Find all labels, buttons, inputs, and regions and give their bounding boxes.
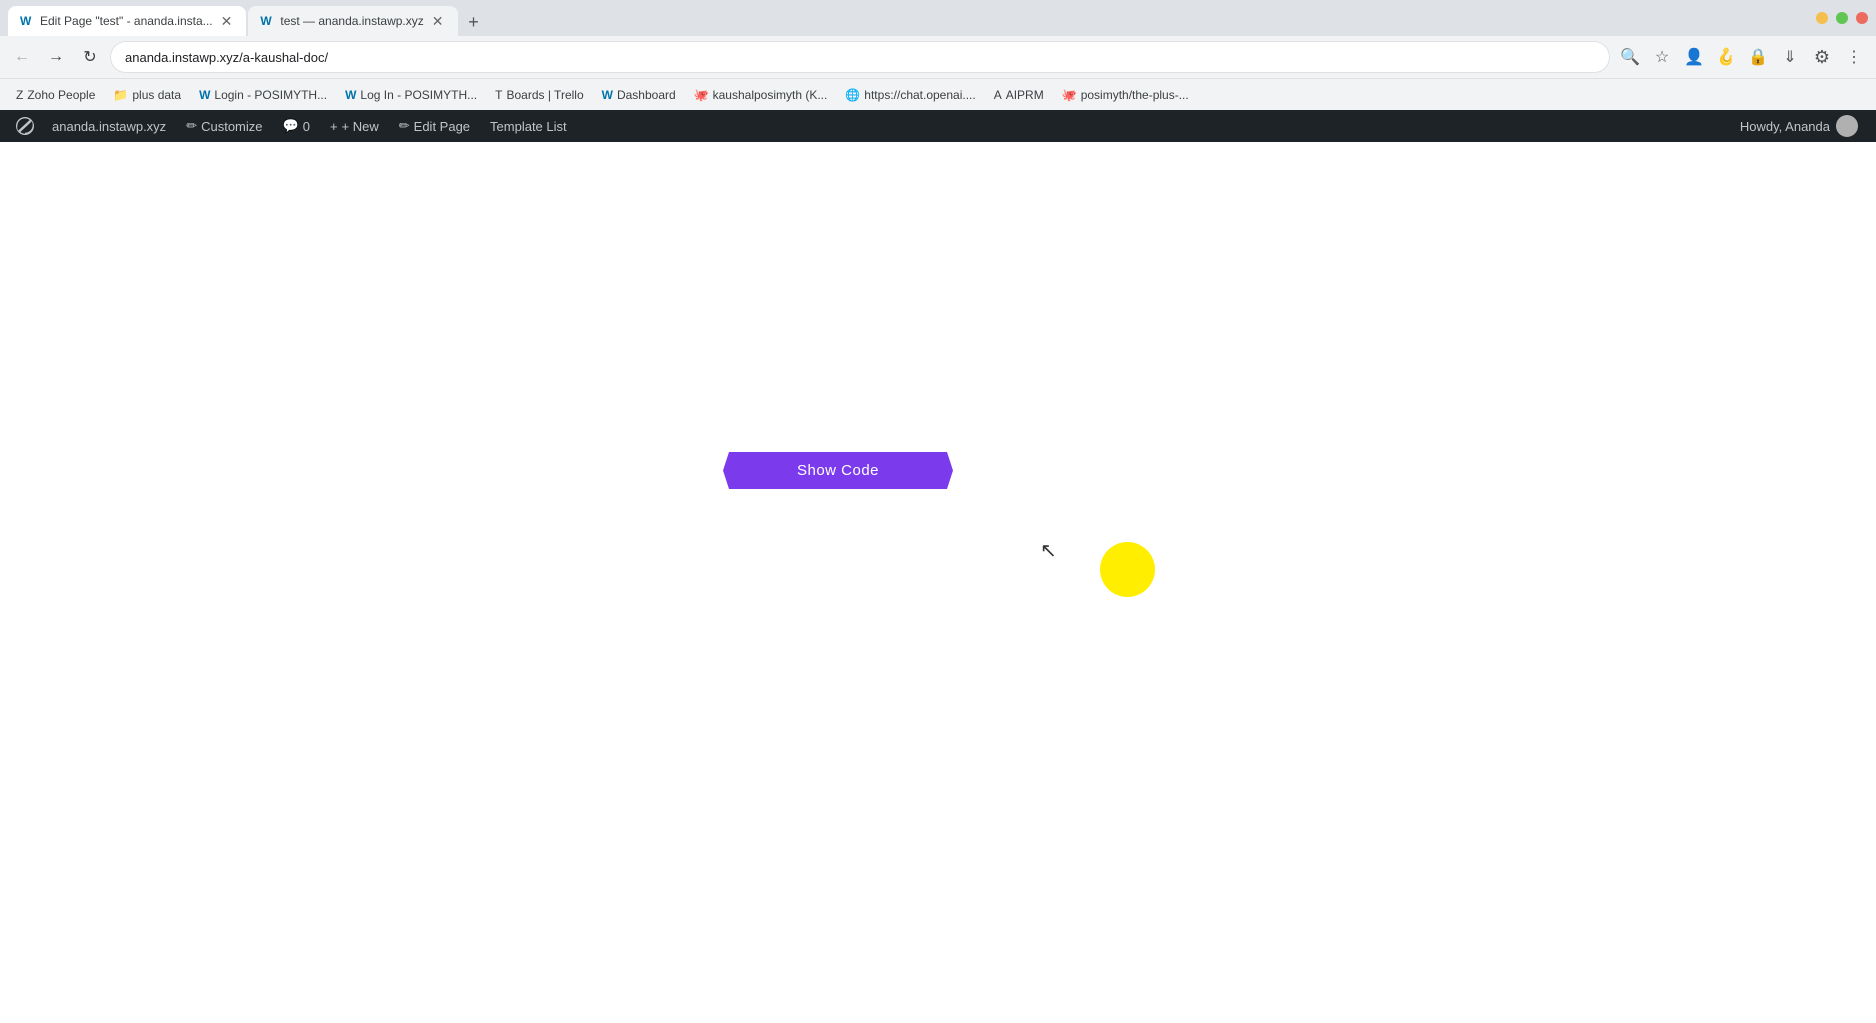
bookmark-trello[interactable]: T Boards | Trello [487, 85, 592, 105]
tab-strip: W Edit Page "test" - ananda.insta... ✕ W… [8, 0, 1812, 36]
bookmark-login-posimyth-favicon: W [199, 88, 210, 102]
wp-avatar [1836, 115, 1858, 137]
wp-comments-count: 0 [303, 119, 310, 134]
wp-comments-icon: 💬 [283, 118, 299, 134]
bookmark-posimyth-plus[interactable]: 🐙 posimyth/the-plus-... [1054, 85, 1197, 105]
bookmark-kaushal-favicon: 🐙 [694, 88, 709, 102]
wp-customize[interactable]: ✏ Customize [176, 110, 272, 142]
tab-1-close[interactable]: ✕ [219, 11, 235, 32]
wp-howdy[interactable]: Howdy, Ananda [1730, 115, 1868, 137]
wp-template-list-label: Template List [490, 119, 567, 134]
wp-template-list[interactable]: Template List [480, 110, 577, 142]
wp-admin-right: Howdy, Ananda [1730, 115, 1868, 137]
wp-howdy-text: Howdy, Ananda [1740, 119, 1830, 134]
page-content: Show Code ↖ [0, 142, 1876, 1023]
wp-new[interactable]: + + New [320, 110, 389, 142]
new-tab-button[interactable]: + [460, 8, 488, 36]
bookmark-trello-favicon: T [495, 88, 502, 102]
bookmark-chatgpt-label: https://chat.openai.... [864, 88, 975, 102]
bookmark-star-btn[interactable]: ☆ [1648, 43, 1676, 71]
tab-1-title: Edit Page "test" - ananda.insta... [40, 14, 213, 28]
bookmark-chatgpt-favicon: 🌐 [845, 88, 860, 102]
wp-logo-item[interactable] [8, 110, 42, 142]
wp-edit-page-icon: ✏ [399, 118, 410, 134]
bookmark-trello-label: Boards | Trello [506, 88, 583, 102]
tab-1[interactable]: W Edit Page "test" - ananda.insta... ✕ [8, 6, 246, 36]
bookmark-plus-data[interactable]: 📁 plus data [105, 85, 189, 105]
wp-admin-bar: ananda.instawp.xyz ✏ Customize 💬 0 + + N… [0, 110, 1876, 142]
toolbar-icons: 🔍 ☆ 👤 🪝 🔒 ⇓ ⚙ ⋮ [1616, 43, 1868, 71]
bookmark-chatgpt[interactable]: 🌐 https://chat.openai.... [837, 85, 983, 105]
wp-comments[interactable]: 💬 0 [273, 110, 320, 142]
tab-2-close[interactable]: ✕ [430, 11, 446, 32]
show-code-button[interactable]: Show Code [723, 452, 953, 489]
bookmark-kaushal[interactable]: 🐙 kaushalposimyth (K... [686, 85, 836, 105]
address-text: ananda.instawp.xyz/a-kaushal-doc/ [125, 50, 328, 65]
bookmark-login-posimyth[interactable]: W Login - POSIMYTH... [191, 85, 335, 105]
tab-2[interactable]: W test — ananda.instawp.xyz ✕ [248, 6, 457, 36]
bookmark-posimyth-plus-favicon: 🐙 [1062, 88, 1077, 102]
wp-edit-page[interactable]: ✏ Edit Page [389, 110, 480, 142]
wp-new-label: + New [342, 119, 379, 134]
bookmark-zoho-label: Zoho People [27, 88, 95, 102]
bookmark-aiprm-label: AIPRM [1006, 88, 1044, 102]
bookmark-login2-posimyth[interactable]: W Log In - POSIMYTH... [337, 85, 485, 105]
bookmark-aiprm[interactable]: A AIPRM [986, 85, 1052, 105]
bookmark-dashboard-label: Dashboard [617, 88, 676, 102]
window-controls: — □ ✕ [1816, 12, 1868, 24]
menu-btn[interactable]: ⋮ [1840, 43, 1868, 71]
bookmark-login2-posimyth-favicon: W [345, 88, 356, 102]
extensions-btn[interactable]: 🪝 [1712, 43, 1740, 71]
wp-new-icon: + [330, 119, 338, 134]
yellow-circle [1100, 542, 1155, 597]
tab-1-favicon: W [20, 14, 34, 28]
bookmark-plus-favicon: 📁 [113, 88, 128, 102]
shield-btn[interactable]: 🔒 [1744, 43, 1772, 71]
bookmark-login-posimyth-label: Login - POSIMYTH... [214, 88, 327, 102]
wp-customize-icon: ✏ [186, 118, 197, 134]
back-button[interactable]: ← [8, 43, 36, 71]
account-btn[interactable]: ⚙ [1808, 43, 1836, 71]
bookmark-kaushal-label: kaushalposimyth (K... [713, 88, 828, 102]
bookmarks-bar: Z Zoho People 📁 plus data W Login - POSI… [0, 78, 1876, 110]
bookmark-zoho-favicon: Z [16, 88, 23, 102]
bookmark-login2-posimyth-label: Log In - POSIMYTH... [360, 88, 477, 102]
wp-customize-label: Customize [201, 119, 262, 134]
minimize-button[interactable]: — [1816, 12, 1828, 24]
close-window-button[interactable]: ✕ [1856, 12, 1868, 24]
download-btn[interactable]: ⇓ [1776, 43, 1804, 71]
wp-site-name-label: ananda.instawp.xyz [52, 119, 166, 134]
wp-site-name[interactable]: ananda.instawp.xyz [42, 110, 176, 142]
title-bar: W Edit Page "test" - ananda.insta... ✕ W… [0, 0, 1876, 36]
browser-frame: W Edit Page "test" - ananda.insta... ✕ W… [0, 0, 1876, 1023]
bookmark-dashboard[interactable]: W Dashboard [594, 85, 684, 105]
address-input[interactable]: ananda.instawp.xyz/a-kaushal-doc/ [110, 41, 1610, 73]
bookmark-posimyth-plus-label: posimyth/the-plus-... [1081, 88, 1189, 102]
bookmark-plus-label: plus data [132, 88, 181, 102]
tab-2-favicon: W [260, 14, 274, 28]
bookmark-zoho-people[interactable]: Z Zoho People [8, 85, 103, 105]
show-code-label: Show Code [797, 462, 879, 479]
profile-btn[interactable]: 👤 [1680, 43, 1708, 71]
reload-button[interactable]: ↻ [76, 43, 104, 71]
maximize-button[interactable]: □ [1836, 12, 1848, 24]
search-icon-btn[interactable]: 🔍 [1616, 43, 1644, 71]
bookmark-dashboard-favicon: W [602, 88, 613, 102]
tab-2-title: test — ananda.instawp.xyz [280, 14, 423, 28]
bookmark-aiprm-favicon: A [994, 88, 1002, 102]
address-bar-row: ← → ↻ ananda.instawp.xyz/a-kaushal-doc/ … [0, 36, 1876, 78]
cursor-indicator: ↖ [1040, 538, 1057, 563]
forward-button[interactable]: → [42, 43, 70, 71]
wp-edit-page-label: Edit Page [414, 119, 470, 134]
